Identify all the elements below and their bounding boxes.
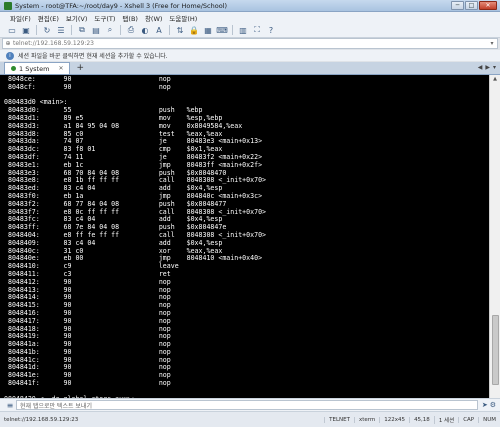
tab-bar: 1 System ✕ + ◀ ▶ ▾ [0, 62, 500, 75]
title-bar: System - root@TFA:~/root/day9 - Xshell 3… [0, 0, 500, 12]
menu-edit[interactable]: 편집(E) [38, 13, 59, 23]
toolbar-divider [120, 25, 121, 35]
info-text: 세션 파일을 바꾼 클릭하면 현재 세션을 추가할 수 있습니다. [18, 53, 168, 60]
status-protocol: TELNET [324, 416, 354, 423]
chevron-down-icon[interactable]: ▾ [487, 40, 497, 47]
menu-help[interactable]: 도움말(H) [169, 13, 197, 23]
keyboard-icon[interactable]: ⌨ [216, 25, 228, 36]
fullscreen-icon[interactable]: ⛶ [251, 25, 263, 36]
toolbar-divider [36, 25, 37, 35]
options-icon[interactable]: ⚙ [490, 401, 496, 409]
menu-file[interactable]: 파일(F) [10, 13, 31, 23]
tab-system[interactable]: 1 System ✕ [4, 62, 71, 74]
tab-prev-icon[interactable]: ◀ [478, 64, 483, 71]
font-icon[interactable]: A [153, 25, 165, 36]
status-size: 122x45 [379, 416, 409, 423]
status-cursor: 45,18 [409, 416, 434, 423]
new-session-icon[interactable]: ▭ [6, 25, 18, 36]
status-num: NUM [478, 416, 500, 423]
lock-icon[interactable]: 🔒 [188, 25, 200, 36]
status-bar: telnet://192.168.59.129:23 TELNET xterm … [0, 411, 500, 427]
open-folder-icon[interactable]: ▣ [20, 25, 32, 36]
scroll-up-icon[interactable]: ▲ [490, 75, 500, 84]
menu-view[interactable]: 보기(V) [66, 13, 87, 23]
copy-icon[interactable]: ⧉ [76, 25, 88, 36]
tab-label: 1 System [19, 64, 50, 73]
close-tab-icon[interactable]: ✕ [58, 65, 63, 72]
paste-icon[interactable]: ▤ [90, 25, 102, 36]
transfer-icon[interactable]: ⇅ [174, 25, 186, 36]
address-input[interactable]: telnet://192.168.59.129:23 [13, 40, 487, 47]
address-bar[interactable]: ⊕ telnet://192.168.59.129:23 ▾ [2, 38, 498, 49]
compose-bar: ≡ 현재 탭으로만 텍스트 보내기 ➤ ⚙ [0, 398, 500, 411]
properties-icon[interactable]: ☰ [55, 25, 67, 36]
color-scheme-icon[interactable]: ◐ [139, 25, 151, 36]
menu-window[interactable]: 창(W) [145, 13, 162, 23]
compose-input[interactable]: 현재 탭으로만 텍스트 보내기 [16, 400, 478, 410]
status-sessions: 1 세션 [433, 415, 458, 424]
info-icon: i [6, 51, 14, 60]
maximize-button[interactable]: □ [465, 1, 478, 10]
connection-icon: ⊕ [5, 40, 11, 47]
layout-icon[interactable]: ▥ [237, 25, 249, 36]
menu-tab[interactable]: 탭(B) [122, 13, 138, 23]
close-button[interactable]: ✕ [479, 1, 497, 10]
menu-bar: 파일(F) 편집(E) 보기(V) 도구(T) 탭(B) 창(W) 도움말(H) [0, 12, 500, 23]
terminal-line: 804841f: 90 nop [4, 379, 171, 388]
terminal-line: 8048cf: 90 nop [4, 82, 171, 91]
print-icon[interactable]: ⎙ [125, 25, 137, 36]
status-connection: telnet://192.168.59.129:23 [4, 416, 79, 423]
new-tab-button[interactable]: + [76, 62, 84, 74]
compose-menu-icon[interactable]: ≡ [4, 400, 16, 411]
window-title: System - root@TFA:~/root/day9 - Xshell 3… [15, 1, 228, 10]
connected-status-icon [11, 66, 16, 71]
reconnect-icon[interactable]: ↻ [41, 25, 53, 36]
toolbar-divider [71, 25, 72, 35]
terminal-output[interactable]: 8048ce: 90 nop 8048cf: 90 nop 080483d0 <… [0, 75, 489, 398]
tab-list-icon[interactable]: ▾ [493, 64, 496, 71]
scroll-thumb[interactable] [492, 315, 499, 385]
tab-navigation: ◀ ▶ ▾ [478, 64, 496, 71]
find-icon[interactable]: ⌕ [104, 25, 116, 36]
tab-next-icon[interactable]: ▶ [485, 64, 490, 71]
send-icon[interactable]: ➤ [482, 401, 488, 409]
window-controls: ─ □ ✕ [451, 1, 497, 10]
terminal-scrollbar[interactable]: ▲ [489, 75, 500, 398]
session-info-bar: i 세션 파일을 바꾼 클릭하면 현재 세션을 추가할 수 있습니다. [0, 50, 500, 61]
menu-tools[interactable]: 도구(T) [94, 13, 115, 23]
script-icon[interactable]: ▦ [202, 25, 214, 36]
status-terminal-type: xterm [353, 416, 379, 423]
minimize-button[interactable]: ─ [451, 1, 464, 10]
toolbar-divider [169, 25, 170, 35]
compose-buttons: ➤ ⚙ [482, 401, 496, 409]
xshell-app-icon [4, 1, 12, 10]
toolbar-divider [232, 25, 233, 35]
status-caps: CAP [458, 416, 478, 423]
help-icon[interactable]: ? [265, 25, 277, 36]
toolbar: ▭ ▣ ↻ ☰ ⧉ ▤ ⌕ ⎙ ◐ A ⇅ 🔒 ▦ ⌨ ▥ ⛶ ? [0, 23, 500, 38]
